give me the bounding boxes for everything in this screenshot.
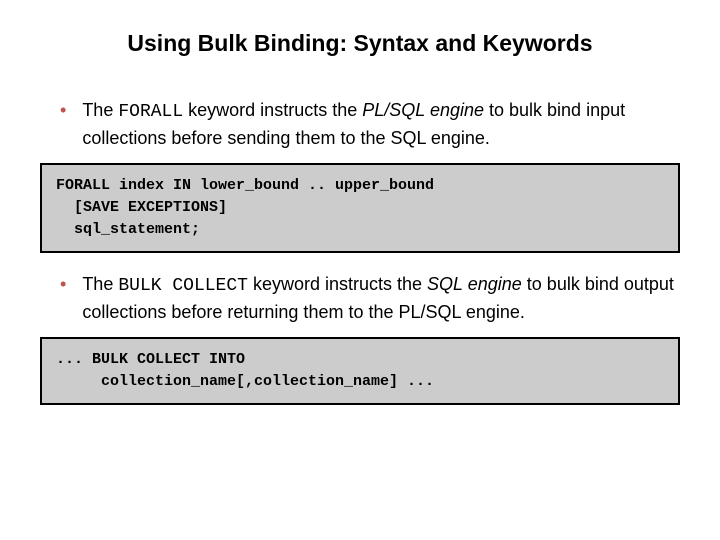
- keyword-bulk-collect: BULK COLLECT: [118, 276, 248, 296]
- bullet-item: • The BULK COLLECT keyword instructs the…: [40, 271, 680, 325]
- page-title: Using Bulk Binding: Syntax and Keywords: [40, 30, 680, 57]
- bullet-item: • The FORALL keyword instructs the PL/SQ…: [40, 97, 680, 151]
- bullet-text: The BULK COLLECT keyword instructs the S…: [82, 271, 680, 325]
- text-pre: The: [82, 274, 118, 294]
- code-block-forall: FORALL index IN lower_bound .. upper_bou…: [40, 163, 680, 253]
- code-block-bulk-collect: ... BULK COLLECT INTO collection_name[,c…: [40, 337, 680, 405]
- text-mid: keyword instructs the: [248, 274, 427, 294]
- bullet-text: The FORALL keyword instructs the PL/SQL …: [82, 97, 680, 151]
- text-mid: keyword instructs the: [183, 100, 362, 120]
- keyword-forall: FORALL: [118, 102, 183, 122]
- bullet-marker-icon: •: [60, 271, 66, 297]
- text-pre: The: [82, 100, 118, 120]
- bullet-marker-icon: •: [60, 97, 66, 123]
- emphasis-plsql-engine: PL/SQL engine: [362, 100, 484, 120]
- emphasis-sql-engine: SQL engine: [427, 274, 522, 294]
